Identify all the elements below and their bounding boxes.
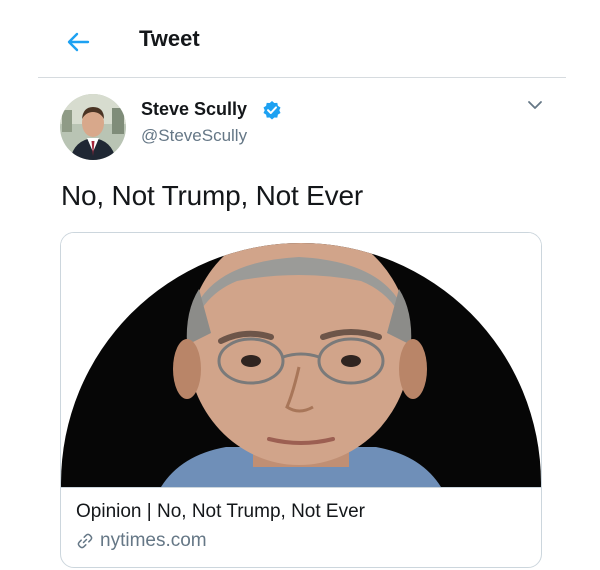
card-domain: nytimes.com [100,530,207,551]
author-name[interactable]: Steve Scully [141,99,247,120]
author-handle[interactable]: @SteveScully [141,126,247,146]
avatar[interactable] [60,94,126,160]
verified-badge-icon [262,100,282,120]
card-divider [61,487,541,488]
portrait-photo [61,233,541,487]
link-card[interactable]: Opinion | No, Not Trump, Not Ever nytime… [60,232,542,568]
arrow-left-icon [67,32,90,52]
card-title: Opinion | No, Not Trump, Not Ever [76,501,365,522]
more-options-button[interactable] [525,97,545,113]
link-icon [77,533,93,549]
top-bar: Tweet [0,0,600,78]
page-title: Tweet [139,26,200,51]
back-button[interactable] [62,28,98,56]
profile-photo [60,94,126,160]
header-divider [38,77,566,78]
tweet-text: No, Not Trump, Not Ever [61,180,363,211]
card-image [61,233,541,487]
chevron-down-icon [528,101,542,109]
